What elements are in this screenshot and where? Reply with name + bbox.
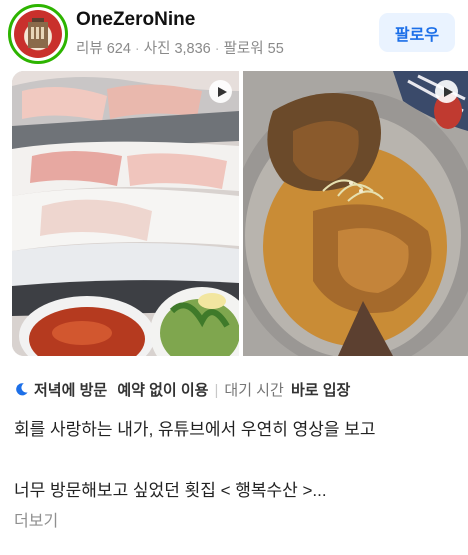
photo-count: 사진 3,836 [143,41,211,57]
media-thumbnail-sashimi[interactable] [12,71,239,356]
restaurant-building-icon [14,10,62,58]
follower-count: 팔로워 55 [223,41,284,57]
sashimi-photo [12,71,239,356]
reviewer-name[interactable]: OneZeroNine [76,9,195,31]
wait-value: 바로 입장 [290,382,351,399]
play-icon[interactable] [435,80,458,103]
reservation-info: 예약 없이 이용 [117,382,209,399]
play-icon[interactable] [209,80,232,103]
review-text-line-1: 회를 사랑하는 내가, 유튜브에서 우연히 영상을 보고 [14,420,376,439]
review-header: OneZeroNine 리뷰 624 · 사진 3,836 · 팔로워 55 팔로우 [0,0,468,64]
reviewer-stats: 리뷰 624 · 사진 3,836 · 팔로워 55 [76,41,284,57]
review-count: 리뷰 624 [76,41,131,57]
moon-icon [16,383,28,396]
avatar[interactable] [8,4,68,64]
braised-fish-photo [243,71,468,356]
media-thumbnail-fish-head[interactable] [243,71,468,356]
more-link[interactable]: 더보기 [14,507,58,531]
review-text-line-2: 너무 방문해보고 싶었던 횟집 < 행복수산 >... [14,481,327,500]
follow-button[interactable]: 팔로우 [379,13,455,52]
visit-info: 저녁에 방문 예약 없이 이용 | 대기 시간 바로 입장 [14,379,350,400]
visit-time: 저녁에 방문 [34,382,108,399]
wait-label: 대기 시간 [224,382,284,399]
